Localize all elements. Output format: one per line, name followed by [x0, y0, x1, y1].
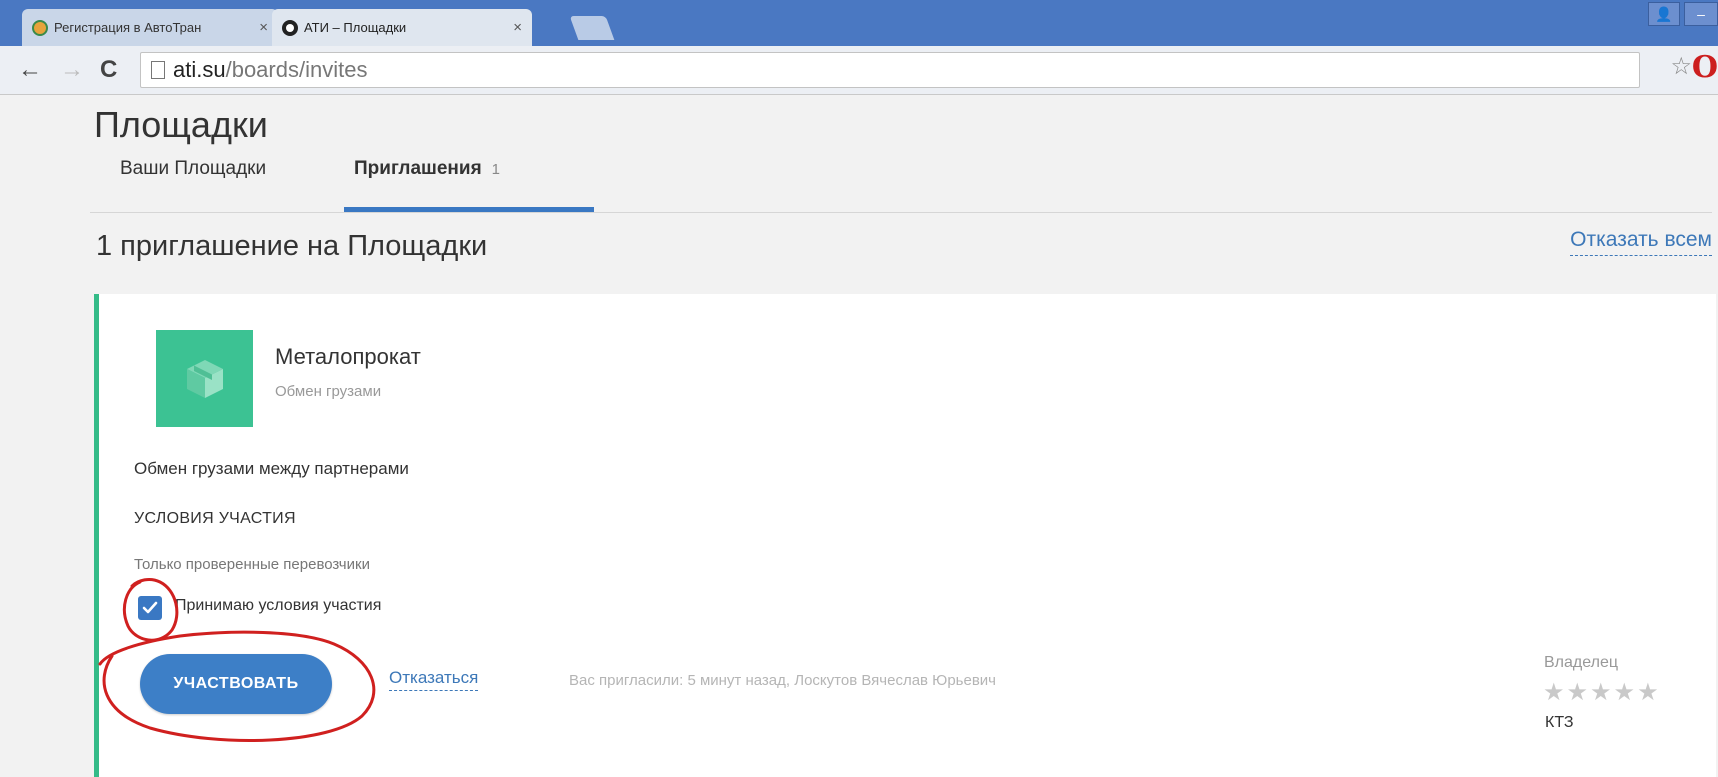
- bookmark-star-icon[interactable]: ☆: [1670, 52, 1692, 81]
- page-tabs: Ваши Площадки Приглашения 1: [90, 152, 1712, 213]
- tab-your-boards[interactable]: Ваши Площадки: [120, 158, 266, 180]
- back-arrow-icon[interactable]: ←: [18, 58, 42, 82]
- site-favicon-icon: [32, 19, 48, 36]
- browser-toolbar: ← → C ati.su/boards/invites ☆ O: [0, 46, 1718, 95]
- owner-label: Владелец: [1544, 654, 1619, 671]
- invitations-heading: 1 приглашение на Площадки: [96, 230, 488, 262]
- invitations-count-badge: 1: [491, 161, 501, 178]
- join-button[interactable]: УЧАСТВОВАТЬ: [140, 654, 332, 714]
- tab-title: Регистрация в АвтоТран: [54, 20, 202, 35]
- tab-invitations[interactable]: Приглашения 1: [354, 158, 500, 180]
- owner-rating-stars: ★★★★★: [1543, 679, 1661, 706]
- user-profile-icon[interactable]: 👤: [1648, 2, 1680, 26]
- page-icon: [151, 61, 165, 79]
- decline-link[interactable]: Отказаться: [389, 668, 479, 691]
- active-tab-indicator: [344, 207, 594, 212]
- owner-name[interactable]: КТЗ: [1545, 714, 1574, 732]
- browser-tab-strip: Регистрация в АвтоТран × АТИ – Площадки …: [0, 0, 1718, 46]
- reject-all-link[interactable]: Отказать всем: [1570, 228, 1712, 256]
- address-bar[interactable]: ati.su/boards/invites: [140, 52, 1640, 88]
- extension-icon[interactable]: O: [1692, 50, 1718, 85]
- conditions-text: Только проверенные перевозчики: [134, 556, 370, 573]
- invitation-card: Металопрокат Обмен грузами Обмен грузами…: [94, 294, 1716, 777]
- minimize-button[interactable]: –: [1684, 2, 1718, 26]
- tab-label: Ваши Площадки: [120, 158, 267, 179]
- forward-arrow-icon[interactable]: →: [60, 58, 84, 82]
- browser-tab-ati-boards[interactable]: АТИ – Площадки ×: [272, 9, 532, 46]
- url-path: /boards/invites: [225, 57, 368, 82]
- browser-tab-registration[interactable]: Регистрация в АвтоТран ×: [22, 9, 278, 46]
- new-tab-button[interactable]: [569, 16, 615, 40]
- tab-label: Приглашения: [354, 158, 482, 179]
- board-logo: [156, 330, 253, 427]
- close-tab-icon[interactable]: ×: [259, 19, 268, 36]
- invited-info: Вас пригласили: 5 минут назад, Лоскутов …: [569, 672, 996, 689]
- conditions-title: УСЛОВИЯ УЧАСТИЯ: [134, 510, 296, 527]
- close-tab-icon[interactable]: ×: [513, 19, 522, 36]
- url-host: ati.su: [173, 57, 226, 82]
- checkmark-icon: [142, 601, 158, 614]
- package-box-icon: [186, 359, 223, 398]
- accept-terms-label[interactable]: Принимаю условия участия: [175, 597, 381, 615]
- accept-terms-checkbox[interactable]: [138, 596, 162, 620]
- board-type: Обмен грузами: [275, 383, 382, 400]
- reload-icon[interactable]: C: [100, 58, 117, 82]
- ati-favicon-icon: [282, 19, 298, 36]
- board-description: Обмен грузами между партнерами: [134, 459, 409, 478]
- tab-title: АТИ – Площадки: [304, 20, 407, 35]
- board-name: Металопрокат: [275, 344, 421, 369]
- page-title: Площадки: [94, 104, 268, 145]
